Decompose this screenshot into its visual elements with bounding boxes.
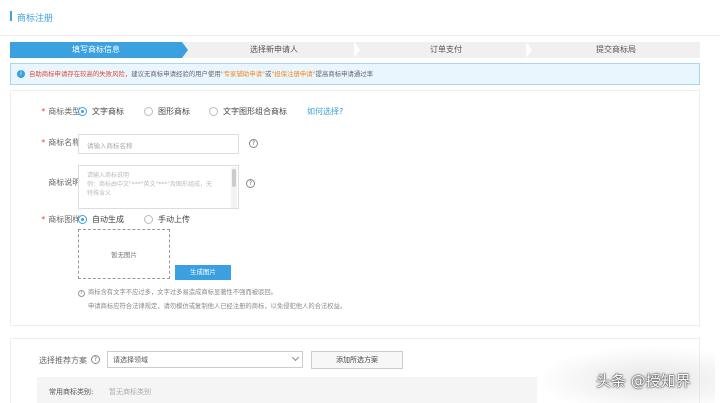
help-icon[interactable]: ? (246, 179, 255, 188)
page-title: 商标注册 (17, 14, 54, 24)
domain-select[interactable]: 请选择领域 (107, 351, 303, 368)
expert-apply-link[interactable]: "专家辅助申请" (221, 70, 265, 78)
info-circle-icon: i (78, 290, 85, 297)
radio-combo-mark[interactable] (209, 107, 218, 116)
common-category-value: 暂无商标类别 (109, 388, 151, 396)
radio-auto-generate[interactable] (78, 215, 87, 224)
step-choose-applicant: 选择新申请人 (250, 45, 298, 54)
pattern-hint: i 商标含有文字不应过多，文字过多易造成商标显著性不强而被驳回。 (78, 287, 277, 297)
page-header: 商标注册 (0, 0, 720, 36)
help-icon[interactable]: ? (91, 355, 100, 364)
trademark-form: * 商标类型: 文字商标 图形商标 文字图形组合商标 如何选择? * 商标名称: 请… (10, 90, 700, 326)
desc-placeholder-line: 请输入商标说明 (87, 172, 130, 179)
type-label: * 商标类型: (41, 107, 83, 116)
trademark-name-input[interactable]: 请输入商标名称 (78, 134, 239, 154)
radio-text-mark[interactable] (78, 107, 87, 116)
radio-combo-mark-label[interactable]: 文字图形组合商标 (223, 106, 287, 117)
risk-notice: i 自助商标申请存在较高的失败风险，建议无商标申请经验的用户使用"专家辅助申请"… (10, 63, 700, 85)
name-label: * 商标名称: (41, 138, 83, 147)
notice-tail: 提高商标申请通过率 (315, 70, 374, 78)
radio-auto-generate-label[interactable]: 自动生成 (92, 214, 124, 225)
step-payment: 订单支付 (430, 45, 462, 54)
scroll-thumb[interactable] (232, 169, 236, 187)
notice-warning: 自助商标申请存在较高的失败风险， (29, 70, 132, 78)
scheme-label: 选择推荐方案 (39, 356, 87, 365)
pattern-label: * 商标图样: (41, 215, 83, 224)
radio-manual-upload[interactable] (144, 215, 153, 224)
step-fill-info: 填写商标信息 (10, 42, 182, 58)
desc-placeholder-line: 例：商标由中文"***"英文"***"及图形组成，无 (87, 181, 213, 188)
common-category-label: 常用商标类别: (49, 388, 94, 396)
legal-hint: 申请商标应符合法律规定，请勿模仿或复制他人已经注册的商标，以免侵犯他人的合法权益… (88, 303, 347, 310)
trademark-description-textarea[interactable]: 请输入商标说明 例：商标由中文"***"英文"***"及图形组成，无 特殊含义 (78, 165, 239, 209)
radio-graphic-mark-label[interactable]: 图形商标 (158, 106, 190, 117)
desc-label: 商标说明: (48, 178, 83, 187)
help-icon[interactable]: ? (249, 139, 258, 148)
desc-placeholder-line: 特殊含义 (87, 190, 112, 197)
step-submit: 提交商标局 (596, 45, 636, 54)
guarantee-apply-link[interactable]: "担保注册申请" (271, 70, 315, 78)
radio-graphic-mark[interactable] (144, 107, 153, 116)
watermark: 头条 @授知界 (596, 372, 691, 390)
common-category-box: 常用商标类别: 暂无商标类别 (37, 377, 537, 403)
image-preview: 暂无图片 (78, 229, 170, 279)
how-to-choose-link[interactable]: 如何选择? (307, 106, 343, 117)
info-icon: i (17, 70, 25, 78)
step-progress: 填写商标信息 选择新申请人 订单支付 提交商标局 (10, 42, 700, 58)
notice-text: 建议无商标申请经验的用户使用 (131, 70, 221, 78)
title-accent-bar (10, 11, 12, 21)
radio-manual-upload-label[interactable]: 手动上传 (158, 214, 190, 225)
radio-text-mark-label[interactable]: 文字商标 (92, 106, 124, 117)
textarea-scrollbar[interactable] (231, 167, 237, 208)
add-scheme-button[interactable]: 添加所选方案 (311, 351, 403, 369)
generate-image-button[interactable]: 生成图片 (175, 265, 231, 280)
